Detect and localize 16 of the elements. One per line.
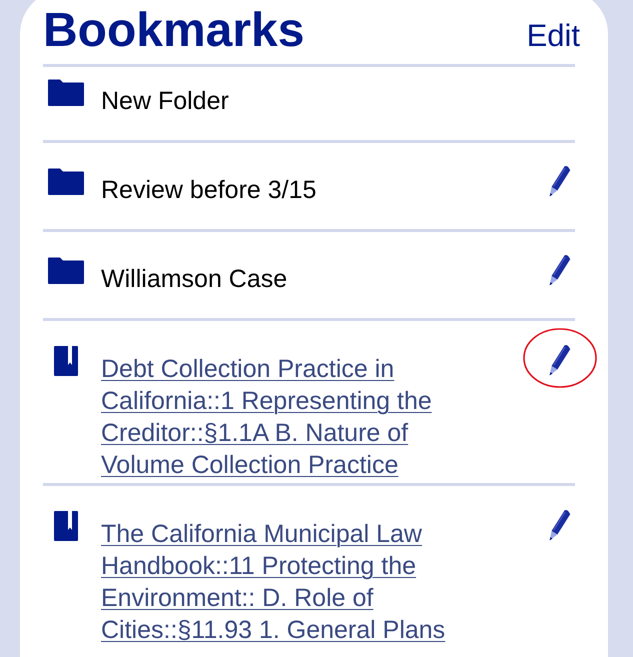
pencil-icon[interactable] — [549, 344, 572, 376]
pencil-icon[interactable] — [549, 254, 572, 286]
folder-icon — [48, 79, 84, 106]
bookmark-link[interactable]: The California Municipal Law Handbook::11 Protecting the Environment:: D. Role of Cities::§11.93 1. General Plans — [101, 518, 481, 646]
book-icon — [54, 346, 78, 376]
pencil-icon[interactable] — [549, 165, 572, 197]
folder-icon — [48, 168, 84, 195]
edit-button[interactable]: Edit — [526, 16, 580, 56]
bookmark-link[interactable]: Debt Collection Practice in California::1 Representing the Creditor::§1.1A B. Nature of Volume Collection Practice — [101, 353, 481, 481]
folder-name[interactable]: New Folder — [101, 85, 229, 117]
book-icon — [54, 511, 78, 541]
page-title: Bookmarks — [43, 3, 304, 59]
folder-name[interactable]: Review before 3/15 — [101, 174, 316, 206]
pencil-icon[interactable] — [549, 509, 572, 541]
folder-name[interactable]: Williamson Case — [101, 263, 288, 295]
folder-icon — [48, 257, 84, 284]
